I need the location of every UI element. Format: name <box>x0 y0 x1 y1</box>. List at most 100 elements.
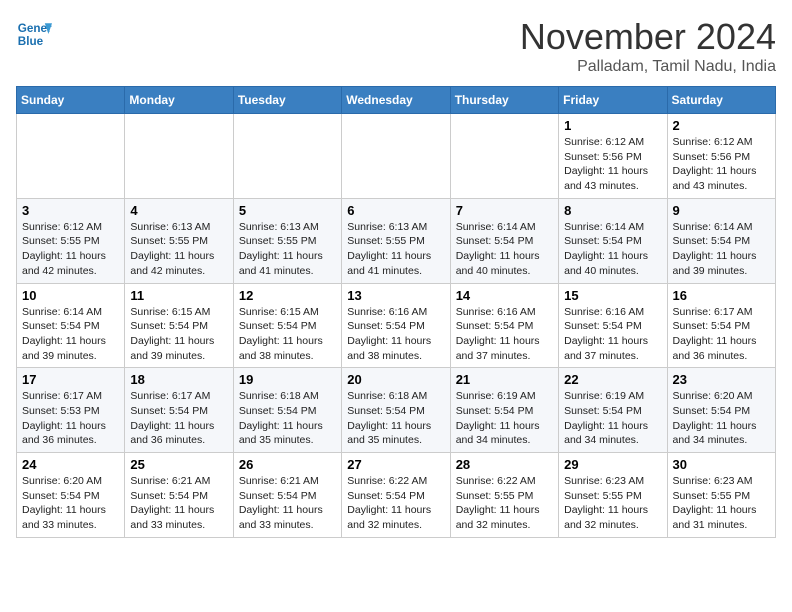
day-info: Sunrise: 6:15 AM Sunset: 5:54 PM Dayligh… <box>239 305 336 364</box>
weekday-header: Friday <box>559 87 667 114</box>
day-number: 6 <box>347 203 444 218</box>
calendar-week-row: 10 Sunrise: 6:14 AM Sunset: 5:54 PM Dayli… <box>17 283 776 368</box>
day-number: 23 <box>673 372 770 387</box>
svg-text:Blue: Blue <box>18 35 44 48</box>
day-number: 15 <box>564 288 661 303</box>
day-number: 29 <box>564 457 661 472</box>
calendar-week-row: 17 Sunrise: 6:17 AM Sunset: 5:53 PM Dayli… <box>17 368 776 453</box>
day-number: 1 <box>564 118 661 133</box>
day-info: Sunrise: 6:14 AM Sunset: 5:54 PM Dayligh… <box>22 305 119 364</box>
calendar-cell: 8 Sunrise: 6:14 AM Sunset: 5:54 PM Daylig… <box>559 198 667 283</box>
calendar-cell <box>233 114 341 199</box>
day-info: Sunrise: 6:13 AM Sunset: 5:55 PM Dayligh… <box>347 220 444 279</box>
weekday-header: Saturday <box>667 87 775 114</box>
day-number: 20 <box>347 372 444 387</box>
calendar-cell: 13 Sunrise: 6:16 AM Sunset: 5:54 PM Dayli… <box>342 283 450 368</box>
day-info: Sunrise: 6:15 AM Sunset: 5:54 PM Dayligh… <box>130 305 227 364</box>
day-number: 10 <box>22 288 119 303</box>
calendar-cell: 6 Sunrise: 6:13 AM Sunset: 5:55 PM Daylig… <box>342 198 450 283</box>
month-title: November 2024 <box>520 16 776 58</box>
calendar-cell: 3 Sunrise: 6:12 AM Sunset: 5:55 PM Daylig… <box>17 198 125 283</box>
weekday-header: Wednesday <box>342 87 450 114</box>
calendar-week-row: 3 Sunrise: 6:12 AM Sunset: 5:55 PM Daylig… <box>17 198 776 283</box>
calendar-cell: 24 Sunrise: 6:20 AM Sunset: 5:54 PM Dayli… <box>17 453 125 538</box>
day-info: Sunrise: 6:14 AM Sunset: 5:54 PM Dayligh… <box>673 220 770 279</box>
day-number: 2 <box>673 118 770 133</box>
calendar-cell: 22 Sunrise: 6:19 AM Sunset: 5:54 PM Dayli… <box>559 368 667 453</box>
calendar-cell: 12Sunrise: 6:15 AM Sunset: 5:54 PM Dayli… <box>233 283 341 368</box>
day-info: Sunrise: 6:13 AM Sunset: 5:55 PM Dayligh… <box>239 220 336 279</box>
day-number: 5 <box>239 203 336 218</box>
calendar-cell: 26 Sunrise: 6:21 AM Sunset: 5:54 PM Dayli… <box>233 453 341 538</box>
day-number: 28 <box>456 457 553 472</box>
day-info: Sunrise: 6:16 AM Sunset: 5:54 PM Dayligh… <box>347 305 444 364</box>
day-info: Sunrise: 6:23 AM Sunset: 5:55 PM Dayligh… <box>673 474 770 533</box>
day-number: 19 <box>239 372 336 387</box>
day-info: Sunrise: 6:12 AM Sunset: 5:55 PM Dayligh… <box>22 220 119 279</box>
calendar-cell: 15Sunrise: 6:16 AM Sunset: 5:54 PM Dayli… <box>559 283 667 368</box>
day-number: 7 <box>456 203 553 218</box>
day-number: 3 <box>22 203 119 218</box>
weekday-header: Monday <box>125 87 233 114</box>
calendar-header-row: SundayMondayTuesdayWednesdayThursdayFrid… <box>17 87 776 114</box>
calendar-cell: 9Sunrise: 6:14 AM Sunset: 5:54 PM Daylig… <box>667 198 775 283</box>
day-number: 14 <box>456 288 553 303</box>
calendar-cell: 20Sunrise: 6:18 AM Sunset: 5:54 PM Dayli… <box>342 368 450 453</box>
day-info: Sunrise: 6:14 AM Sunset: 5:54 PM Dayligh… <box>456 220 553 279</box>
calendar-cell: 1 Sunrise: 6:12 AM Sunset: 5:56 PM Daylig… <box>559 114 667 199</box>
day-info: Sunrise: 6:17 AM Sunset: 5:54 PM Dayligh… <box>673 305 770 364</box>
day-info: Sunrise: 6:17 AM Sunset: 5:53 PM Dayligh… <box>22 389 119 448</box>
calendar-week-row: 1 Sunrise: 6:12 AM Sunset: 5:56 PM Daylig… <box>17 114 776 199</box>
calendar-week-row: 24 Sunrise: 6:20 AM Sunset: 5:54 PM Dayli… <box>17 453 776 538</box>
day-number: 16 <box>673 288 770 303</box>
day-number: 13 <box>347 288 444 303</box>
day-info: Sunrise: 6:13 AM Sunset: 5:55 PM Dayligh… <box>130 220 227 279</box>
day-number: 26 <box>239 457 336 472</box>
calendar-cell: 14 Sunrise: 6:16 AM Sunset: 5:54 PM Dayli… <box>450 283 558 368</box>
day-info: Sunrise: 6:21 AM Sunset: 5:54 PM Dayligh… <box>239 474 336 533</box>
day-info: Sunrise: 6:20 AM Sunset: 5:54 PM Dayligh… <box>673 389 770 448</box>
page-header: General Blue November 2024 Palladam, Tam… <box>16 16 776 76</box>
location: Palladam, Tamil Nadu, India <box>520 58 776 76</box>
day-info: Sunrise: 6:21 AM Sunset: 5:54 PM Dayligh… <box>130 474 227 533</box>
day-info: Sunrise: 6:14 AM Sunset: 5:54 PM Dayligh… <box>564 220 661 279</box>
calendar-cell: 5 Sunrise: 6:13 AM Sunset: 5:55 PM Daylig… <box>233 198 341 283</box>
calendar-cell: 27Sunrise: 6:22 AM Sunset: 5:54 PM Dayli… <box>342 453 450 538</box>
day-number: 17 <box>22 372 119 387</box>
calendar-cell: 25 Sunrise: 6:21 AM Sunset: 5:54 PM Dayli… <box>125 453 233 538</box>
calendar-cell: 16 Sunrise: 6:17 AM Sunset: 5:54 PM Dayli… <box>667 283 775 368</box>
day-info: Sunrise: 6:20 AM Sunset: 5:54 PM Dayligh… <box>22 474 119 533</box>
calendar-cell: 10 Sunrise: 6:14 AM Sunset: 5:54 PM Dayli… <box>17 283 125 368</box>
calendar-cell: 2 Sunrise: 6:12 AM Sunset: 5:56 PM Daylig… <box>667 114 775 199</box>
day-info: Sunrise: 6:18 AM Sunset: 5:54 PM Dayligh… <box>239 389 336 448</box>
calendar-cell: 23 Sunrise: 6:20 AM Sunset: 5:54 PM Dayli… <box>667 368 775 453</box>
calendar-cell <box>450 114 558 199</box>
calendar-cell <box>125 114 233 199</box>
day-number: 4 <box>130 203 227 218</box>
day-info: Sunrise: 6:12 AM Sunset: 5:56 PM Dayligh… <box>564 135 661 194</box>
calendar-cell: 17 Sunrise: 6:17 AM Sunset: 5:53 PM Dayli… <box>17 368 125 453</box>
calendar-cell <box>17 114 125 199</box>
calendar-cell: 19 Sunrise: 6:18 AM Sunset: 5:54 PM Dayli… <box>233 368 341 453</box>
day-number: 8 <box>564 203 661 218</box>
day-info: Sunrise: 6:16 AM Sunset: 5:54 PM Dayligh… <box>456 305 553 364</box>
day-number: 25 <box>130 457 227 472</box>
calendar-cell <box>342 114 450 199</box>
day-number: 22 <box>564 372 661 387</box>
calendar-cell: 30 Sunrise: 6:23 AM Sunset: 5:55 PM Dayli… <box>667 453 775 538</box>
calendar-cell: 7 Sunrise: 6:14 AM Sunset: 5:54 PM Daylig… <box>450 198 558 283</box>
day-info: Sunrise: 6:19 AM Sunset: 5:54 PM Dayligh… <box>456 389 553 448</box>
day-number: 24 <box>22 457 119 472</box>
calendar-table: SundayMondayTuesdayWednesdayThursdayFrid… <box>16 86 776 538</box>
day-number: 18 <box>130 372 227 387</box>
logo: General Blue <box>16 16 52 52</box>
day-info: Sunrise: 6:19 AM Sunset: 5:54 PM Dayligh… <box>564 389 661 448</box>
day-number: 21 <box>456 372 553 387</box>
calendar-cell: 29Sunrise: 6:23 AM Sunset: 5:55 PM Dayli… <box>559 453 667 538</box>
day-info: Sunrise: 6:12 AM Sunset: 5:56 PM Dayligh… <box>673 135 770 194</box>
day-number: 30 <box>673 457 770 472</box>
calendar-cell: 28 Sunrise: 6:22 AM Sunset: 5:55 PM Dayli… <box>450 453 558 538</box>
day-info: Sunrise: 6:22 AM Sunset: 5:55 PM Dayligh… <box>456 474 553 533</box>
day-info: Sunrise: 6:17 AM Sunset: 5:54 PM Dayligh… <box>130 389 227 448</box>
calendar-cell: 11Sunrise: 6:15 AM Sunset: 5:54 PM Dayli… <box>125 283 233 368</box>
